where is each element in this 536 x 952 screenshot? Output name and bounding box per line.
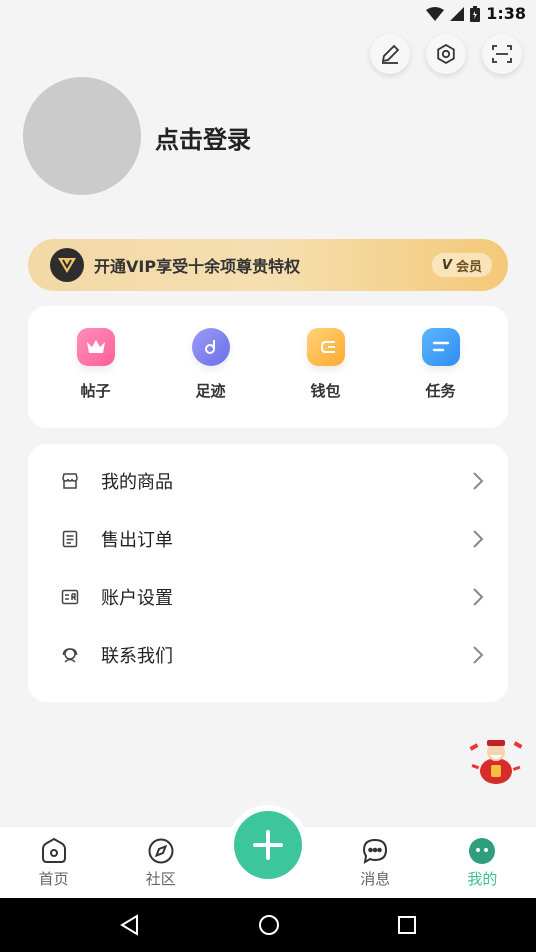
chevron-right-icon (473, 472, 484, 490)
menu-item-contact-us[interactable]: 联系我们 (28, 626, 508, 684)
vip-badge: V 会员 (431, 253, 492, 277)
settings-button[interactable] (426, 34, 466, 74)
login-link[interactable]: 点击登录 (155, 120, 251, 155)
system-nav-bar (0, 898, 536, 952)
menu-card: 我的商品 售出订单 账户设置 联系我们 (28, 444, 508, 702)
home-icon (41, 837, 66, 863)
chevron-right-icon (473, 588, 484, 606)
menu-label-contact-us: 联系我们 (101, 646, 173, 667)
signal-icon (450, 6, 465, 21)
menu-item-sold-orders[interactable]: 售出订单 (28, 510, 508, 568)
top-actions (370, 34, 522, 74)
floating-promo-button[interactable] (468, 735, 524, 785)
vip-banner[interactable]: 开通VIP享受十余项尊贵特权 V 会员 (28, 239, 508, 291)
quick-item-posts[interactable]: 帖子 (38, 306, 153, 428)
quick-label-footprint: 足迹 (195, 382, 226, 400)
back-icon[interactable] (119, 914, 141, 936)
quick-label-posts: 帖子 (80, 382, 111, 400)
status-time: 1:38 (486, 4, 526, 23)
nav-item-home[interactable]: 首页 (0, 827, 107, 898)
nav-label-home: 首页 (38, 870, 69, 888)
quick-label-wallet: 钱包 (310, 382, 341, 400)
nav-label-mine: 我的 (467, 870, 498, 888)
menu-item-account-settings[interactable]: 账户设置 (28, 568, 508, 626)
menu-label-my-goods: 我的商品 (101, 472, 173, 493)
fab-ring (228, 805, 308, 885)
quick-access-card: 帖子 足迹 钱包 任务 (28, 306, 508, 428)
quick-item-footprint[interactable]: 足迹 (153, 306, 268, 428)
compass-icon (148, 838, 174, 864)
footprint-icon (191, 328, 230, 366)
edit-button[interactable] (370, 34, 410, 74)
menu-item-my-goods[interactable]: 我的商品 (28, 452, 508, 510)
nav-item-mine[interactable]: 我的 (429, 827, 536, 898)
profile-face-icon (469, 838, 496, 864)
vip-logo-icon (50, 248, 84, 282)
chat-icon (363, 838, 388, 864)
quick-item-wallet[interactable]: 钱包 (268, 306, 383, 428)
nav-label-messages: 消息 (360, 870, 391, 888)
support-icon (60, 645, 80, 665)
nav-center (214, 805, 321, 898)
add-post-button[interactable] (234, 811, 302, 879)
chevron-right-icon (473, 646, 484, 664)
bottom-nav: 首页 社区 消息 我的 (0, 805, 536, 898)
fortune-god-icon (469, 740, 523, 784)
status-bar: 1:38 (0, 0, 536, 28)
nav-item-community[interactable]: 社区 (107, 827, 214, 898)
wallet-icon (306, 328, 345, 366)
settings-icon (437, 43, 455, 65)
quick-item-task[interactable]: 任务 (383, 306, 498, 428)
vip-badge-prefix: V (441, 257, 452, 273)
quick-label-task: 任务 (425, 382, 456, 400)
nav-item-messages[interactable]: 消息 (322, 827, 429, 898)
store-icon (60, 471, 80, 491)
wifi-icon (426, 6, 445, 21)
edit-icon (381, 44, 400, 64)
account-card-icon (60, 587, 80, 607)
avatar[interactable] (23, 77, 141, 195)
vip-text: 开通VIP享受十余项尊贵特权 (94, 257, 301, 276)
menu-label-account-settings: 账户设置 (101, 588, 173, 609)
vip-badge-text: 会员 (455, 259, 482, 275)
scan-icon (492, 45, 512, 63)
crown-icon (76, 328, 115, 366)
battery-icon (470, 5, 481, 22)
recents-icon[interactable] (397, 915, 417, 935)
scan-button[interactable] (482, 34, 522, 74)
menu-label-sold-orders: 售出订单 (101, 530, 173, 551)
chevron-right-icon (473, 530, 484, 548)
nav-label-community: 社区 (145, 870, 176, 888)
task-icon (421, 328, 460, 366)
home-circle-icon[interactable] (258, 914, 280, 936)
order-icon (60, 529, 80, 549)
plus-icon (253, 830, 283, 860)
